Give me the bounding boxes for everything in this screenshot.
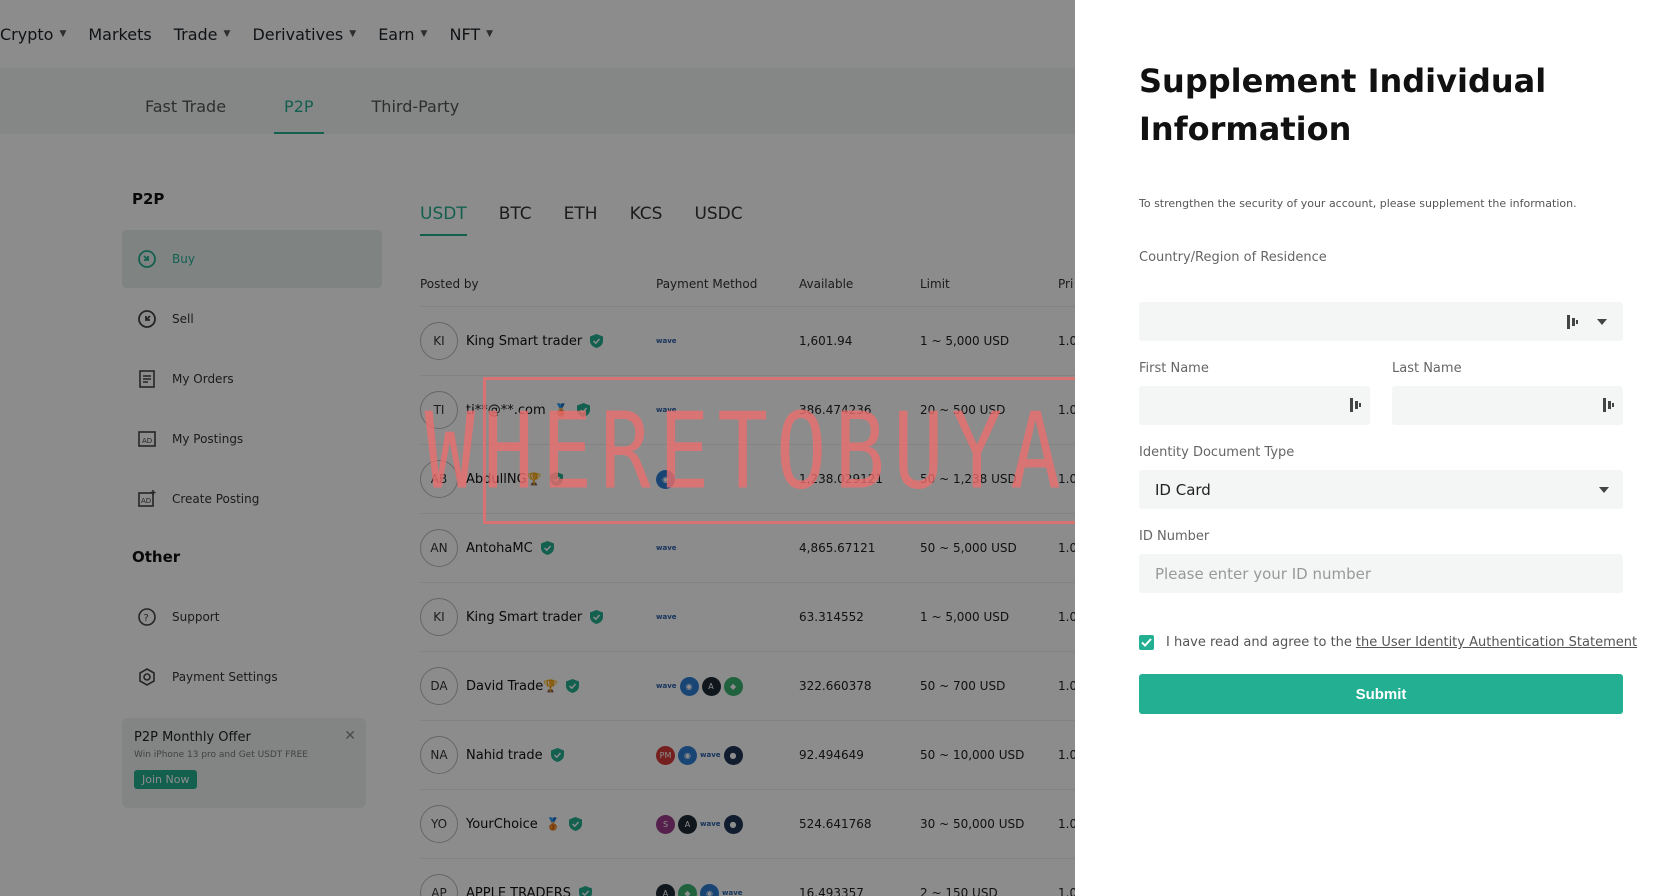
country-label: Country/Region of Residence (1139, 250, 1327, 265)
doc-type-label: Identity Document Type (1139, 445, 1295, 460)
id-number-input[interactable]: Please enter your ID number (1139, 554, 1623, 593)
doc-type-value: ID Card (1155, 480, 1211, 499)
autofill-icon[interactable] (1603, 398, 1615, 412)
last-name-label: Last Name (1392, 361, 1462, 376)
first-name-label: First Name (1139, 361, 1209, 376)
drawer-note: To strengthen the security of your accou… (1139, 197, 1577, 210)
authentication-statement-link[interactable]: the User Identity Authentication Stateme… (1356, 635, 1637, 650)
supplement-info-drawer: Supplement Individual Information To str… (1075, 0, 1662, 896)
last-name-input[interactable] (1392, 386, 1623, 425)
autofill-icon[interactable] (1567, 315, 1579, 329)
check-icon (1141, 638, 1152, 647)
doc-type-select[interactable]: ID Card (1139, 470, 1623, 509)
chevron-down-icon[interactable] (1599, 487, 1609, 493)
id-number-label: ID Number (1139, 529, 1210, 544)
autofill-icon[interactable] (1350, 398, 1362, 412)
drawer-title: Supplement Individual Information (1139, 62, 1547, 148)
agreement-row: I have read and agree to the the User Id… (1139, 635, 1662, 650)
chevron-down-icon[interactable] (1597, 319, 1607, 325)
country-select[interactable] (1139, 302, 1623, 341)
agree-text: I have read and agree to the (1166, 635, 1352, 650)
first-name-input[interactable] (1139, 386, 1370, 425)
agree-checkbox[interactable] (1139, 635, 1154, 650)
id-number-placeholder: Please enter your ID number (1155, 564, 1372, 583)
submit-button[interactable]: Submit (1139, 674, 1623, 714)
